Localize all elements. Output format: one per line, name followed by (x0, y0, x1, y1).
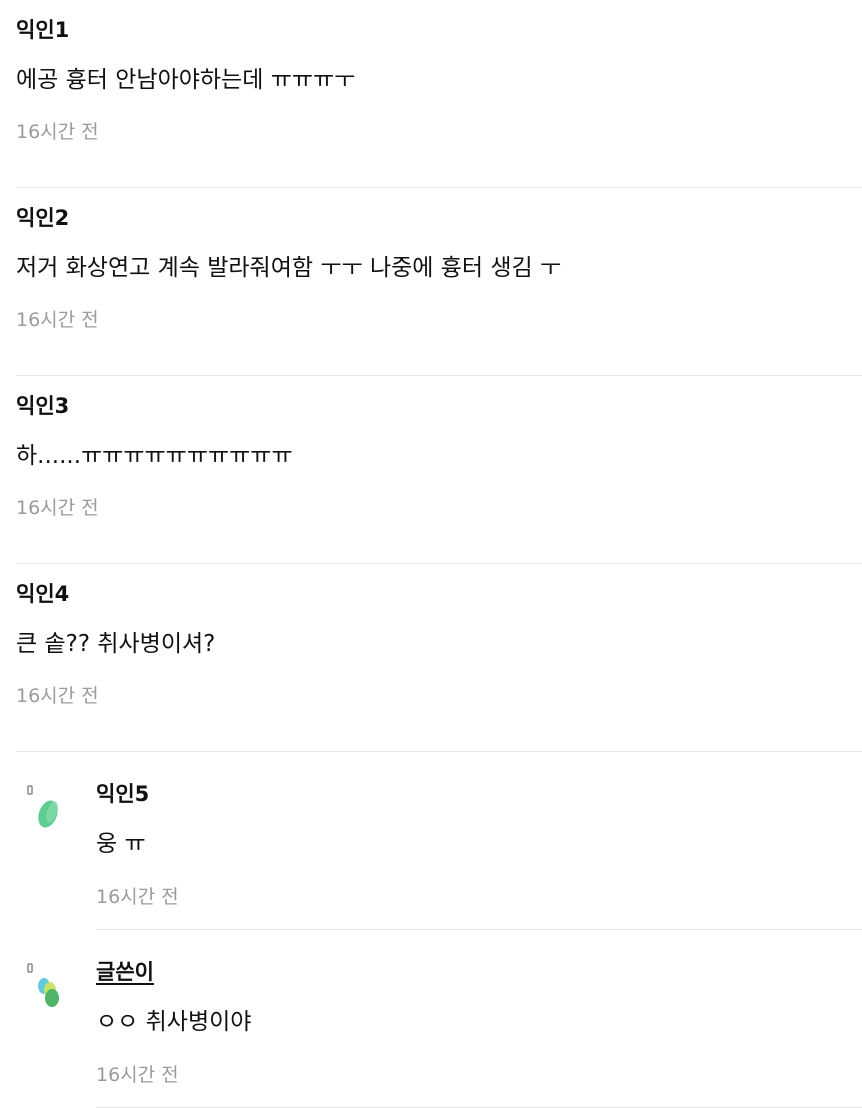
reply-author-op[interactable]: 글쓴이 (96, 958, 154, 986)
reply-body: ㅇㅇ 취사병이야 (96, 1009, 252, 1035)
reply-item: 익인5 웅 ㅠ 16시간 전 (27, 752, 862, 930)
reply-author[interactable]: 익인5 (96, 780, 149, 808)
comment-body: 하......ㅠㅠㅠㅠㅠㅠㅠㅠㅠㅠ (16, 443, 293, 469)
comment-author[interactable]: 익인4 (16, 580, 69, 608)
comment-author[interactable]: 익인2 (16, 204, 69, 232)
reply-leaf-icon (27, 785, 59, 828)
reply-body: 웅 ㅠ (96, 831, 146, 857)
reply-time: 16시간 전 (96, 886, 179, 908)
comment-item: 익인2 저거 화상연고 계속 발라줘여함 ㅜㅜ 나중에 흉터 생김 ㅜ 16시간… (16, 188, 862, 376)
reply-time: 16시간 전 (96, 1064, 179, 1086)
comment-body: 저거 화상연고 계속 발라줘여함 ㅜㅜ 나중에 흉터 생김 ㅜ (16, 255, 562, 281)
comment-list: 익인1 에공 흉터 안남아야하는데 ㅠㅠㅠㅜ 16시간 전 익인2 저거 화상연… (0, 0, 862, 1108)
comment-time: 16시간 전 (16, 121, 99, 143)
comment-time: 16시간 전 (16, 309, 99, 331)
comment-body: 에공 흉터 안남아야하는데 ㅠㅠㅠㅜ (16, 67, 356, 93)
comment-author[interactable]: 익인1 (16, 16, 69, 44)
comment-time: 16시간 전 (16, 497, 99, 519)
comment-item: 익인4 큰 솥?? 취사병이셔? 16시간 전 (16, 564, 862, 752)
reply-author-icon (27, 963, 59, 1007)
comment-body: 큰 솥?? 취사병이셔? (16, 631, 216, 657)
comment-item: 익인3 하......ㅠㅠㅠㅠㅠㅠㅠㅠㅠㅠ 16시간 전 (16, 376, 862, 564)
comment-author[interactable]: 익인3 (16, 392, 69, 420)
reply-item: 글쓴이 ㅇㅇ 취사병이야 16시간 전 (27, 930, 862, 1108)
comment-time: 16시간 전 (16, 685, 99, 707)
comment-item: 익인1 에공 흉터 안남아야하는데 ㅠㅠㅠㅜ 16시간 전 (16, 0, 862, 188)
